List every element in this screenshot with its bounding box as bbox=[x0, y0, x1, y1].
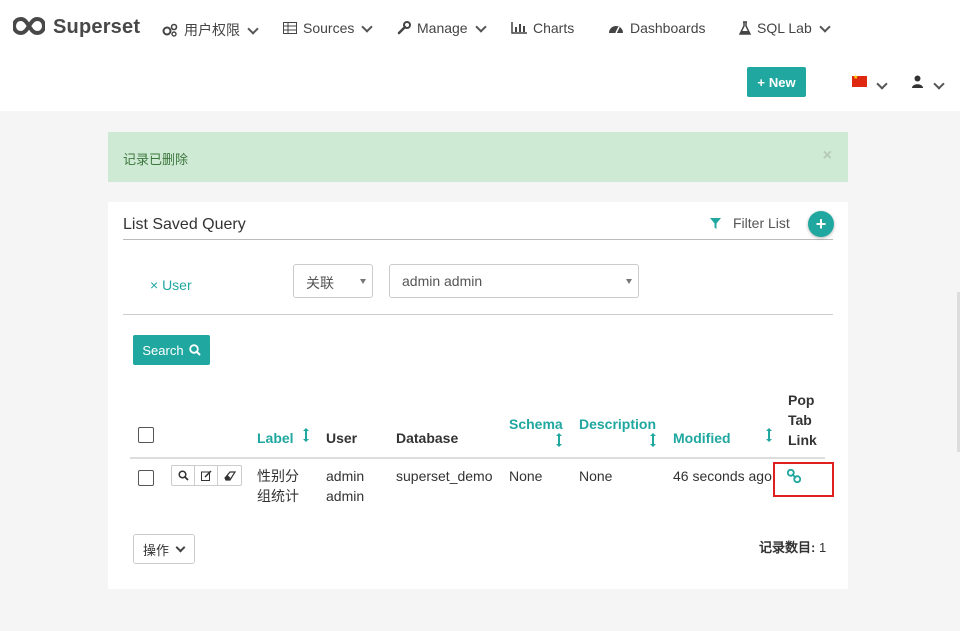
nav-manage[interactable]: Manage bbox=[397, 20, 487, 36]
header-line: Link bbox=[788, 432, 817, 448]
flask-icon bbox=[739, 21, 751, 35]
superset-logo-icon bbox=[11, 16, 47, 39]
sort-icon[interactable] bbox=[556, 433, 562, 447]
actions-dropdown-button[interactable]: 操作 bbox=[133, 534, 195, 564]
divider bbox=[123, 239, 833, 240]
plus-icon: + bbox=[757, 74, 765, 90]
cn-flag-icon[interactable] bbox=[852, 74, 867, 87]
dashboard-icon bbox=[608, 22, 624, 34]
navbar: Superset 用户权限 Sources Manage Charts Dash… bbox=[0, 0, 960, 111]
cell-database: superset_demo bbox=[396, 468, 493, 484]
sort-icon[interactable] bbox=[766, 428, 772, 442]
table-header-divider bbox=[130, 457, 825, 459]
link-icon[interactable] bbox=[787, 469, 801, 483]
edit-icon bbox=[200, 470, 212, 481]
pop-tab-link-cell bbox=[773, 462, 834, 497]
nav-user-permissions[interactable]: 用户权限 bbox=[162, 20, 259, 40]
chevron-down-icon bbox=[175, 542, 186, 552]
filter-value-select[interactable]: admin admin bbox=[389, 264, 639, 298]
search-button[interactable]: Search bbox=[133, 335, 210, 365]
row-actions bbox=[171, 465, 242, 486]
nav-sql-lab[interactable]: SQL Lab bbox=[739, 20, 831, 36]
user-icon[interactable] bbox=[912, 75, 923, 91]
cell-description: None bbox=[579, 468, 613, 484]
new-button-label: New bbox=[768, 74, 796, 90]
nav-label: SQL Lab bbox=[757, 20, 812, 36]
column-header-description[interactable]: Description bbox=[579, 416, 656, 432]
eraser-icon bbox=[223, 470, 236, 481]
cell-modified: 46 seconds ago bbox=[673, 468, 772, 484]
add-filter-button[interactable]: + bbox=[808, 211, 834, 237]
new-button[interactable]: + New bbox=[747, 67, 806, 97]
gears-icon bbox=[162, 23, 178, 37]
nav-label: Charts bbox=[533, 20, 575, 36]
sort-icon[interactable] bbox=[650, 433, 656, 447]
filter-icon bbox=[710, 217, 721, 229]
sort-icon[interactable] bbox=[303, 428, 309, 442]
cell-line: 组统计 bbox=[257, 488, 299, 504]
nav-label: Sources bbox=[303, 20, 355, 36]
column-header-label[interactable]: Label bbox=[257, 430, 294, 446]
divider bbox=[123, 314, 833, 315]
filter-operator-value: 关联 bbox=[306, 275, 334, 291]
chevron-down-icon bbox=[361, 21, 374, 33]
language-chevron-down-icon[interactable] bbox=[876, 78, 888, 90]
nav-label: Dashboards bbox=[630, 20, 706, 36]
record-count-value: 1 bbox=[818, 540, 827, 555]
column-header-modified[interactable]: Modified bbox=[673, 430, 731, 446]
column-header-pop-tab-link: Pop Tab Link bbox=[788, 390, 817, 450]
close-icon[interactable]: × bbox=[823, 147, 832, 165]
caret-down-icon bbox=[360, 279, 366, 284]
actions-label: 操作 bbox=[143, 542, 170, 558]
column-header-schema[interactable]: Schema bbox=[509, 416, 563, 432]
filter-list-dropdown[interactable]: Filter List bbox=[710, 215, 790, 231]
filter-operator-select[interactable]: 关联 bbox=[293, 264, 373, 298]
alert-message: 记录已删除 bbox=[123, 152, 189, 167]
show-record-button[interactable] bbox=[172, 466, 195, 485]
success-alert: 记录已删除 × bbox=[108, 132, 848, 182]
bar-chart-icon bbox=[511, 22, 527, 34]
panel-title: List Saved Query bbox=[123, 216, 246, 233]
edit-record-button[interactable] bbox=[195, 466, 218, 485]
search-icon bbox=[177, 470, 189, 481]
filter-list-label: Filter List bbox=[733, 215, 790, 231]
brand-name: Superset bbox=[53, 16, 141, 38]
header-line: Pop bbox=[788, 392, 815, 408]
chevron-down-icon bbox=[474, 21, 487, 33]
saved-query-panel: List Saved Query Filter List + × User 关联… bbox=[108, 202, 848, 589]
remove-filter-user[interactable]: × User bbox=[150, 277, 192, 293]
user-menu-chevron-down-icon[interactable] bbox=[933, 78, 945, 90]
record-count: 记录数目: 1 bbox=[759, 537, 826, 556]
nav-dashboards[interactable]: Dashboards bbox=[608, 20, 706, 36]
cell-schema: None bbox=[509, 468, 543, 484]
cell-line: 性别分 bbox=[257, 468, 299, 484]
record-count-label: 记录数目: bbox=[759, 540, 816, 555]
select-all-checkbox[interactable] bbox=[138, 427, 154, 443]
cell-label: 性别分 组统计 bbox=[257, 466, 299, 506]
header-line: Tab bbox=[788, 412, 812, 428]
column-header-user: User bbox=[326, 430, 358, 446]
column-header-database: Database bbox=[396, 430, 459, 446]
nav-label: 用户权限 bbox=[184, 22, 240, 38]
caret-down-icon bbox=[626, 279, 632, 284]
brand[interactable]: Superset bbox=[11, 16, 141, 39]
search-icon bbox=[188, 344, 201, 356]
wrench-icon bbox=[397, 21, 411, 35]
search-button-label: Search bbox=[142, 342, 184, 358]
nav-label: Manage bbox=[417, 20, 468, 36]
table-icon bbox=[283, 22, 297, 34]
cell-user: admin admin bbox=[326, 466, 364, 506]
cell-line: admin bbox=[326, 488, 365, 504]
filter-value: admin admin bbox=[402, 273, 483, 289]
delete-record-button[interactable] bbox=[218, 466, 241, 485]
chevron-down-icon bbox=[247, 23, 259, 35]
cell-line: admin bbox=[326, 468, 365, 484]
chevron-down-icon bbox=[819, 21, 831, 33]
nav-charts[interactable]: Charts bbox=[511, 20, 574, 36]
row-checkbox[interactable] bbox=[138, 470, 154, 486]
nav-sources[interactable]: Sources bbox=[283, 20, 374, 36]
